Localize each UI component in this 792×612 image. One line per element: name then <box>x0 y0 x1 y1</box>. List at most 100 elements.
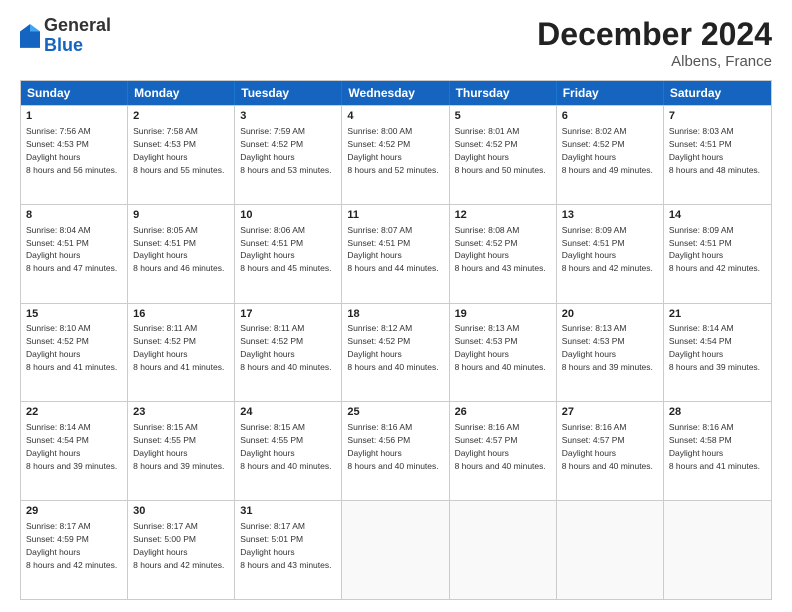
cell-details: Sunrise: 8:16 AMSunset: 4:57 PMDaylight … <box>455 422 546 471</box>
calendar-week-2: 8Sunrise: 8:04 AMSunset: 4:51 PMDaylight… <box>21 204 771 303</box>
day-number: 20 <box>562 307 658 322</box>
cal-header-tuesday: Tuesday <box>235 81 342 105</box>
day-number: 14 <box>669 208 766 223</box>
calendar-week-4: 22 Sunrise: 8:14 AMSunset: 4:54 PMDayligh… <box>21 401 771 500</box>
day-number: 9 <box>133 208 229 223</box>
cell-details: Sunrise: 8:00 AMSunset: 4:52 PMDaylight … <box>347 126 438 175</box>
logo: General Blue <box>20 16 111 56</box>
day-number: 10 <box>240 208 336 223</box>
table-row: 10 Sunrise: 8:06 AMSunset: 4:51 PMDayligh… <box>235 205 342 303</box>
day-number: 15 <box>26 307 122 322</box>
table-row: 14 Sunrise: 8:09 AMSunset: 4:51 PMDayligh… <box>664 205 771 303</box>
table-row: 21Sunrise: 8:14 AMSunset: 4:54 PMDayligh… <box>664 304 771 402</box>
cal-header-monday: Monday <box>128 81 235 105</box>
cell-details: Sunrise: 7:58 AMSunset: 4:53 PMDaylight … <box>133 126 224 175</box>
calendar: SundayMondayTuesdayWednesdayThursdayFrid… <box>20 80 772 600</box>
table-row: 11 Sunrise: 8:07 AMSunset: 4:51 PMDayligh… <box>342 205 449 303</box>
table-row: 22 Sunrise: 8:14 AMSunset: 4:54 PMDayligh… <box>21 402 128 500</box>
table-row: 25Sunrise: 8:16 AMSunset: 4:56 PMDayligh… <box>342 402 449 500</box>
cal-header-sunday: Sunday <box>21 81 128 105</box>
cell-details: Sunrise: 7:56 AMSunset: 4:53 PMDaylight … <box>26 126 117 175</box>
cell-details: Sunrise: 8:17 AMSunset: 5:00 PMDaylight … <box>133 521 224 570</box>
cell-details: Sunrise: 8:15 AMSunset: 4:55 PMDaylight … <box>133 422 224 471</box>
day-number: 16 <box>133 307 229 322</box>
day-number: 3 <box>240 109 336 124</box>
cell-details: Sunrise: 8:14 AMSunset: 4:54 PMDaylight … <box>26 422 117 471</box>
cell-details: Sunrise: 8:13 AMSunset: 4:53 PMDaylight … <box>455 323 546 372</box>
cell-details: Sunrise: 8:09 AMSunset: 4:51 PMDaylight … <box>562 225 653 274</box>
table-row: 5Sunrise: 8:01 AMSunset: 4:52 PMDaylight… <box>450 106 557 204</box>
table-row <box>342 501 449 599</box>
cell-details: Sunrise: 8:17 AMSunset: 4:59 PMDaylight … <box>26 521 117 570</box>
table-row: 31 Sunrise: 8:17 AMSunset: 5:01 PMDayligh… <box>235 501 342 599</box>
table-row: 23 Sunrise: 8:15 AMSunset: 4:55 PMDayligh… <box>128 402 235 500</box>
title-block: December 2024 Albens, France <box>537 16 772 70</box>
cell-details: Sunrise: 8:06 AMSunset: 4:51 PMDaylight … <box>240 225 331 274</box>
cell-details: Sunrise: 8:15 AMSunset: 4:55 PMDaylight … <box>240 422 331 471</box>
day-number: 30 <box>133 504 229 519</box>
cell-details: Sunrise: 7:59 AMSunset: 4:52 PMDaylight … <box>240 126 331 175</box>
table-row: 16Sunrise: 8:11 AMSunset: 4:52 PMDayligh… <box>128 304 235 402</box>
table-row: 8Sunrise: 8:04 AMSunset: 4:51 PMDaylight… <box>21 205 128 303</box>
table-row: 13 Sunrise: 8:09 AMSunset: 4:51 PMDayligh… <box>557 205 664 303</box>
calendar-week-3: 15Sunrise: 8:10 AMSunset: 4:52 PMDayligh… <box>21 303 771 402</box>
day-number: 12 <box>455 208 551 223</box>
table-row: 12 Sunrise: 8:08 AMSunset: 4:52 PMDayligh… <box>450 205 557 303</box>
table-row <box>664 501 771 599</box>
cell-details: Sunrise: 8:16 AMSunset: 4:57 PMDaylight … <box>562 422 653 471</box>
table-row: 28Sunrise: 8:16 AMSunset: 4:58 PMDayligh… <box>664 402 771 500</box>
table-row: 17Sunrise: 8:11 AMSunset: 4:52 PMDayligh… <box>235 304 342 402</box>
logo-icon <box>20 24 40 48</box>
day-number: 25 <box>347 405 443 420</box>
logo-general-text: General <box>44 16 111 36</box>
day-number: 27 <box>562 405 658 420</box>
table-row: 3 Sunrise: 7:59 AMSunset: 4:52 PMDaylight… <box>235 106 342 204</box>
cell-details: Sunrise: 8:09 AMSunset: 4:51 PMDaylight … <box>669 225 760 274</box>
cell-details: Sunrise: 8:07 AMSunset: 4:51 PMDaylight … <box>347 225 438 274</box>
calendar-subtitle: Albens, France <box>537 53 772 70</box>
day-number: 1 <box>26 109 122 124</box>
cal-header-wednesday: Wednesday <box>342 81 449 105</box>
cell-details: Sunrise: 8:13 AMSunset: 4:53 PMDaylight … <box>562 323 653 372</box>
cell-details: Sunrise: 8:12 AMSunset: 4:52 PMDaylight … <box>347 323 438 372</box>
table-row: 4Sunrise: 8:00 AMSunset: 4:52 PMDaylight… <box>342 106 449 204</box>
table-row: 15Sunrise: 8:10 AMSunset: 4:52 PMDayligh… <box>21 304 128 402</box>
day-number: 23 <box>133 405 229 420</box>
table-row: 27 Sunrise: 8:16 AMSunset: 4:57 PMDayligh… <box>557 402 664 500</box>
cal-header-thursday: Thursday <box>450 81 557 105</box>
logo-blue-text: Blue <box>44 36 111 56</box>
day-number: 17 <box>240 307 336 322</box>
day-number: 13 <box>562 208 658 223</box>
day-number: 18 <box>347 307 443 322</box>
cell-details: Sunrise: 8:17 AMSunset: 5:01 PMDaylight … <box>240 521 331 570</box>
table-row: 9Sunrise: 8:05 AMSunset: 4:51 PMDaylight… <box>128 205 235 303</box>
day-number: 26 <box>455 405 551 420</box>
table-row: 29 Sunrise: 8:17 AMSunset: 4:59 PMDayligh… <box>21 501 128 599</box>
logo-text: General Blue <box>44 16 111 56</box>
day-number: 29 <box>26 504 122 519</box>
table-row: 24 Sunrise: 8:15 AMSunset: 4:55 PMDayligh… <box>235 402 342 500</box>
cell-details: Sunrise: 8:04 AMSunset: 4:51 PMDaylight … <box>26 225 117 274</box>
cell-details: Sunrise: 8:11 AMSunset: 4:52 PMDaylight … <box>240 323 331 372</box>
calendar-title: December 2024 <box>537 16 772 53</box>
calendar-week-1: 1 Sunrise: 7:56 AMSunset: 4:53 PMDaylight… <box>21 105 771 204</box>
day-number: 22 <box>26 405 122 420</box>
day-number: 6 <box>562 109 658 124</box>
table-row: 30 Sunrise: 8:17 AMSunset: 5:00 PMDayligh… <box>128 501 235 599</box>
table-row <box>450 501 557 599</box>
day-number: 2 <box>133 109 229 124</box>
calendar-header-row: SundayMondayTuesdayWednesdayThursdayFrid… <box>21 81 771 105</box>
table-row: 18Sunrise: 8:12 AMSunset: 4:52 PMDayligh… <box>342 304 449 402</box>
table-row: 2 Sunrise: 7:58 AMSunset: 4:53 PMDaylight… <box>128 106 235 204</box>
cell-details: Sunrise: 8:08 AMSunset: 4:52 PMDaylight … <box>455 225 546 274</box>
day-number: 31 <box>240 504 336 519</box>
cell-details: Sunrise: 8:01 AMSunset: 4:52 PMDaylight … <box>455 126 546 175</box>
day-number: 11 <box>347 208 443 223</box>
day-number: 24 <box>240 405 336 420</box>
table-row: 1 Sunrise: 7:56 AMSunset: 4:53 PMDaylight… <box>21 106 128 204</box>
table-row: 26 Sunrise: 8:16 AMSunset: 4:57 PMDayligh… <box>450 402 557 500</box>
calendar-body: 1 Sunrise: 7:56 AMSunset: 4:53 PMDaylight… <box>21 105 771 599</box>
cell-details: Sunrise: 8:10 AMSunset: 4:52 PMDaylight … <box>26 323 117 372</box>
table-row: 7Sunrise: 8:03 AMSunset: 4:51 PMDaylight… <box>664 106 771 204</box>
cell-details: Sunrise: 8:02 AMSunset: 4:52 PMDaylight … <box>562 126 653 175</box>
